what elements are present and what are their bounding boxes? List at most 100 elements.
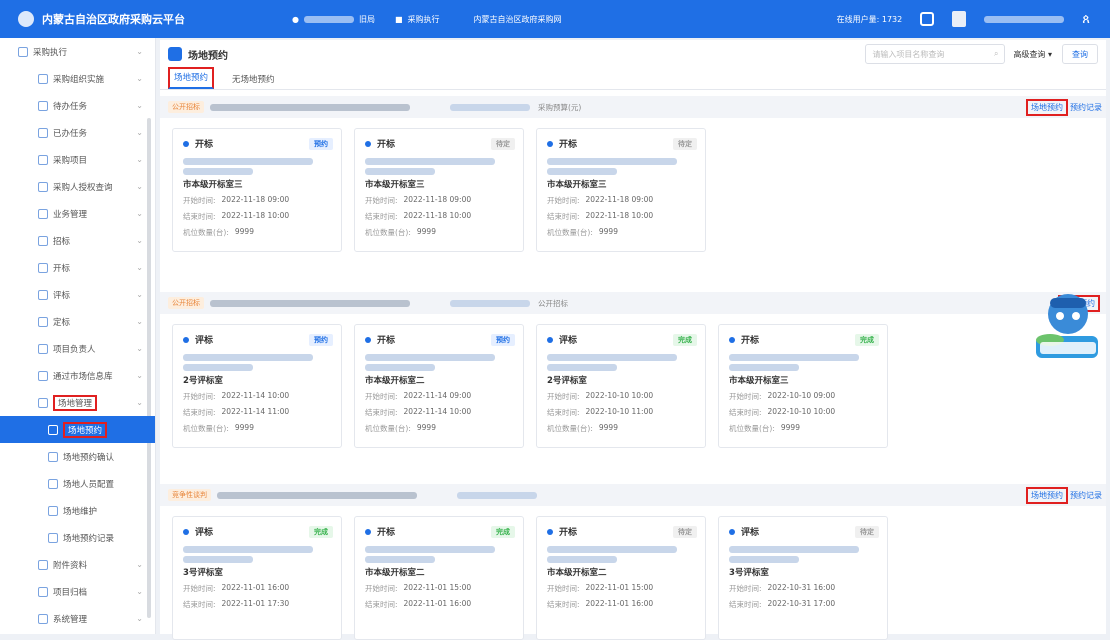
section-links: 场地预约 预约记录 (1026, 486, 1102, 504)
search-input[interactable]: 请输入项目名称查询 ⌕ (865, 44, 1006, 64)
booking-card[interactable]: 开标 待定 市本级开标室三 开始时间: 2022-11-18 09:00 结束时间: 202… (354, 128, 524, 252)
sidebar-item[interactable]: 待办任务 ⌄ (0, 92, 155, 119)
card-redacted-block (183, 354, 333, 371)
booking-card[interactable]: 开标 预约 市本级开标室三 开始时间: 2022-11-18 09:00 结束时间: 202… (172, 128, 342, 252)
status-dot-icon (183, 140, 189, 147)
venue-address-redacted (547, 546, 677, 553)
end-time: 2022-11-01 16:00 (403, 599, 472, 608)
sidebar-item[interactable]: 采购人授权查询 ⌄ (0, 173, 155, 200)
sidebar-item[interactable]: 项目负责人 ⌄ (0, 335, 155, 362)
sidebar-item[interactable]: 场地预约记录 (0, 524, 155, 551)
sidebar-item-label: 采购组织实施 (53, 74, 105, 85)
sidebar-item[interactable]: 附件资料 ⌄ (0, 551, 155, 578)
chevron-down-icon: ⌄ (136, 182, 143, 191)
status-badge: 待定 (855, 525, 879, 538)
booking-card[interactable]: 开标 预约 市本级开标室二 开始时间: 2022-11-14 09:00 结束时间: 202… (354, 324, 524, 448)
region-selector[interactable]: ● 旧局 (292, 14, 375, 25)
nav-menu[interactable]: ■ 采购执行 (395, 14, 440, 25)
org-link[interactable]: 内蒙古自治区政府采购网 (474, 14, 562, 25)
page-header: 场地预约 请输入项目名称查询 ⌕ 高级查询 ▾ 查询 (160, 40, 1106, 68)
card-header: 评标 完成 (183, 525, 333, 538)
booking-card[interactable]: 评标 完成 2号评标室 开始时间: 2022-10-10 10:00 结束时间: 2022-… (536, 324, 706, 448)
notification-icon[interactable] (920, 12, 935, 26)
sidebar-item[interactable]: 场地预约确认 (0, 443, 155, 470)
booking-card[interactable]: 评标 预约 2号评标室 开始时间: 2022-11-14 10:00 结束时间: 2022-… (172, 324, 342, 448)
venue-detail-redacted (183, 364, 253, 371)
seats-label: 机位数量(台): (183, 228, 229, 237)
sidebar-item[interactable]: 业务管理 ⌄ (0, 200, 155, 227)
end-time: 2022-11-18 10:00 (221, 211, 290, 220)
status-badge: 待定 (673, 137, 697, 150)
start-time-row: 开始时间: 2022-10-10 09:00 (729, 391, 879, 402)
room-name: 市本级开标室二 (365, 376, 425, 386)
sidebar-item[interactable]: 系统管理 ⌄ (0, 605, 155, 632)
sidebar-item[interactable]: 采购项目 ⌄ (0, 146, 155, 173)
sidebar-item[interactable]: 采购组织实施 ⌄ (0, 65, 155, 92)
sidebar-item[interactable]: 场地预约 (0, 416, 155, 443)
booking-card[interactable]: 开标 完成 市本级开标室二 开始时间: 2022-11-01 15:00 结束时间: 202… (354, 516, 524, 640)
chevron-down-icon: ⌄ (136, 371, 143, 380)
start-time-label: 开始时间: (183, 584, 216, 593)
booking-card[interactable]: 开标 完成 市本级开标室三 开始时间: 2022-10-10 09:00 结束时间: 202… (718, 324, 888, 448)
search-placeholder: 请输入项目名称查询 (872, 49, 945, 59)
user-icon[interactable]: ጰ (1082, 12, 1090, 27)
region-suffix: 旧局 (358, 14, 375, 24)
sidebar-item[interactable]: 定标 ⌄ (0, 308, 155, 335)
card-header: 开标 待定 (547, 137, 697, 150)
booking-card[interactable]: 评标 待定 3号评标室 开始时间: 2022-10-31 16:00 结束时间: 2022-… (718, 516, 888, 640)
start-time-row: 开始时间: 2022-11-01 15:00 (547, 583, 697, 594)
booking-record-link[interactable]: 预约记录 (1070, 490, 1102, 501)
room-name: 市本级开标室二 (365, 568, 425, 578)
user-avatar[interactable] (952, 11, 967, 27)
booking-card[interactable]: 开标 待定 市本级开标室三 开始时间: 2022-11-18 09:00 结束时间: 202… (536, 128, 706, 252)
sidebar-item[interactable]: 场地维护 (0, 497, 155, 524)
sidebar-item[interactable]: 项目归档 ⌄ (0, 578, 155, 605)
chevron-down-icon: ⌄ (136, 155, 143, 164)
sidebar-item[interactable]: 通过市场信息库 ⌄ (0, 362, 155, 389)
menu-icon (48, 505, 58, 516)
venue-detail-redacted (365, 364, 435, 371)
sidebar-item-label: 项目负责人 (53, 344, 96, 355)
sidebar-item[interactable]: 场地人员配置 (0, 470, 155, 497)
card-redacted-block (729, 546, 879, 563)
status-badge: 待定 (673, 525, 697, 538)
card-header: 评标 预约 (183, 333, 333, 346)
sidebar-item[interactable]: 招标 ⌄ (0, 227, 155, 254)
sidebar-item[interactable]: 已办任务 ⌄ (0, 119, 155, 146)
seats-row: 机位数量(台): 9999 (729, 423, 879, 434)
booking-card[interactable]: 开标 待定 市本级开标室二 开始时间: 2022-11-01 15:00 结束时间: 202… (536, 516, 706, 640)
start-time: 2022-11-01 15:00 (585, 583, 654, 592)
seats-label: 机位数量(台): (729, 424, 775, 433)
chevron-down-icon: ⌄ (136, 209, 143, 218)
venue-detail-redacted (547, 364, 617, 371)
booking-cards: 评标 预约 2号评标室 开始时间: 2022-11-14 10:00 结束时间: 2022-… (160, 314, 1106, 448)
sidebar-item[interactable]: 采购执行 ⌄ (0, 38, 155, 65)
project-code-redacted (450, 103, 530, 111)
start-time-row: 开始时间: 2022-11-01 16:00 (183, 583, 333, 594)
status-badge: 完成 (309, 525, 333, 538)
sidebar-item[interactable]: 开标 ⌄ (0, 254, 155, 281)
sidebar-item[interactable]: 评标 ⌄ (0, 281, 155, 308)
platform-title: 内蒙古自治区政府采购云平台 (42, 13, 185, 26)
status-badge: 待定 (491, 137, 515, 150)
menu-icon (38, 100, 48, 111)
assistant-mascot-icon[interactable] (1030, 288, 1102, 368)
venue-booking-link[interactable]: 场地预约 (1026, 486, 1068, 504)
room-name: 3号评标室 (183, 568, 223, 578)
room-name: 3号评标室 (729, 568, 769, 578)
grid-icon: ■ (394, 14, 403, 24)
sidebar-item-label: 附件资料 (53, 560, 88, 571)
query-button[interactable]: 查询 (1062, 44, 1098, 64)
sidebar-item[interactable]: 场地管理 ⌄ (0, 389, 155, 416)
card-header: 开标 待定 (547, 525, 697, 538)
card-header: 开标 预约 (183, 137, 333, 150)
tab-no-venue-booking[interactable]: 无场地预约 (228, 71, 279, 89)
sidebar-item-label: 评标 (53, 290, 71, 301)
tab-venue-booking[interactable]: 场地预约 (168, 67, 215, 89)
status-dot-icon (183, 336, 189, 343)
booking-card[interactable]: 评标 完成 3号评标室 开始时间: 2022-11-01 16:00 结束时间: 2022-… (172, 516, 342, 640)
booking-record-link[interactable]: 预约记录 (1070, 102, 1102, 113)
venue-booking-link[interactable]: 场地预约 (1026, 98, 1068, 116)
sidebar-item-label: 开标 (53, 263, 71, 274)
advanced-search-button[interactable]: 高级查询 ▾ (1013, 49, 1052, 60)
